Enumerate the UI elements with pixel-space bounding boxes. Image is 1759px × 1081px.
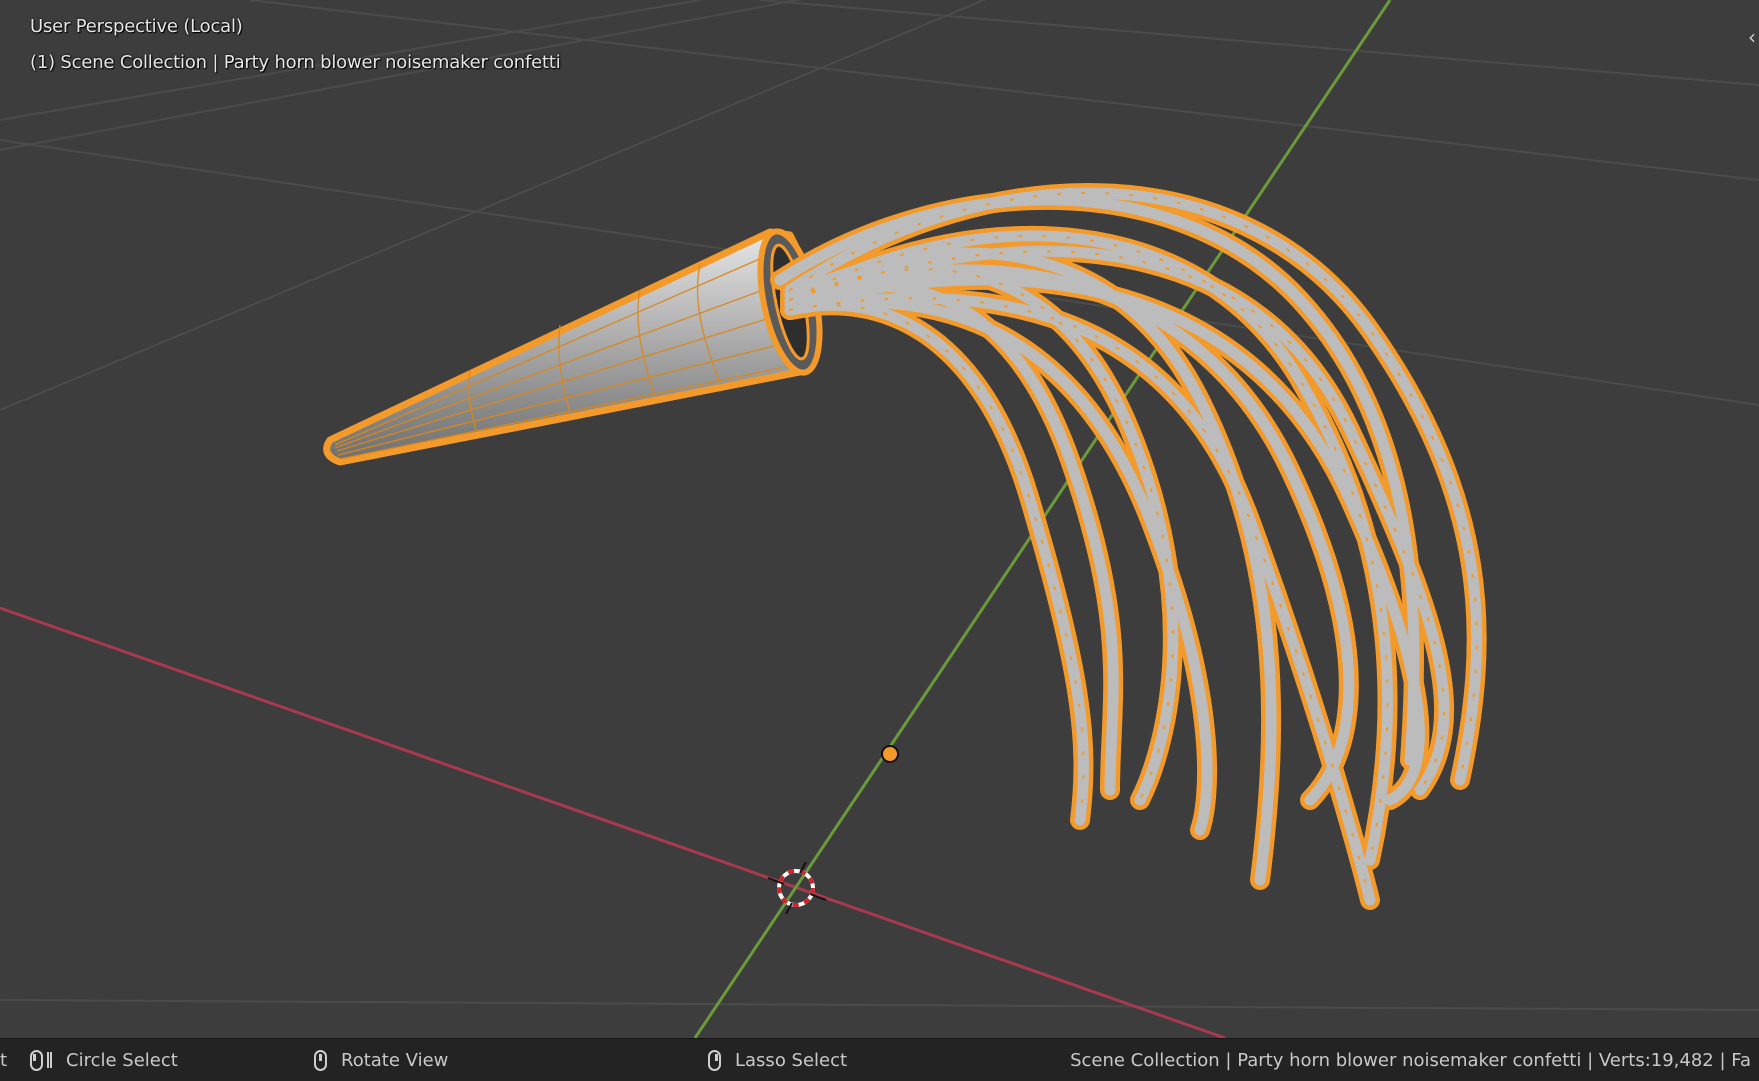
mouse-drag-icon bbox=[47, 1052, 52, 1068]
chevron-left-icon[interactable]: ‹ bbox=[1745, 22, 1759, 52]
status-lasso-select: Lasso Select bbox=[708, 1039, 847, 1081]
status-bar: t Circle Select Rotate View Lasso Select… bbox=[0, 1038, 1759, 1081]
floor-grid bbox=[0, 0, 1759, 1011]
status-left-cutoff: t bbox=[0, 1049, 8, 1071]
3d-viewport[interactable]: User Perspective (Local) (1) Scene Colle… bbox=[0, 0, 1759, 1038]
status-circle-select: Circle Select bbox=[30, 1039, 178, 1081]
lasso-select-label: Lasso Select bbox=[735, 1049, 848, 1071]
confetti-streamers[interactable] bbox=[770, 183, 1487, 910]
rotate-view-label: Rotate View bbox=[341, 1049, 449, 1071]
blender-window: User Perspective (Local) (1) Scene Colle… bbox=[0, 0, 1759, 1081]
mouse-left-icon bbox=[30, 1049, 43, 1071]
circle-select-label: Circle Select bbox=[66, 1049, 178, 1071]
party-horn-mouthpiece[interactable] bbox=[323, 226, 831, 466]
x-axis-line bbox=[0, 606, 1226, 1038]
object-origin-icon[interactable] bbox=[881, 745, 899, 763]
scene-collection-label: (1) Scene Collection | Party horn blower… bbox=[30, 52, 561, 73]
scene-statistics: Scene Collection | Party horn blower noi… bbox=[1070, 1049, 1751, 1071]
mouse-middle-icon bbox=[314, 1049, 327, 1071]
view-perspective-label: User Perspective (Local) bbox=[30, 16, 243, 37]
status-rotate-view: Rotate View bbox=[314, 1039, 448, 1081]
mouse-right-icon bbox=[708, 1049, 721, 1071]
